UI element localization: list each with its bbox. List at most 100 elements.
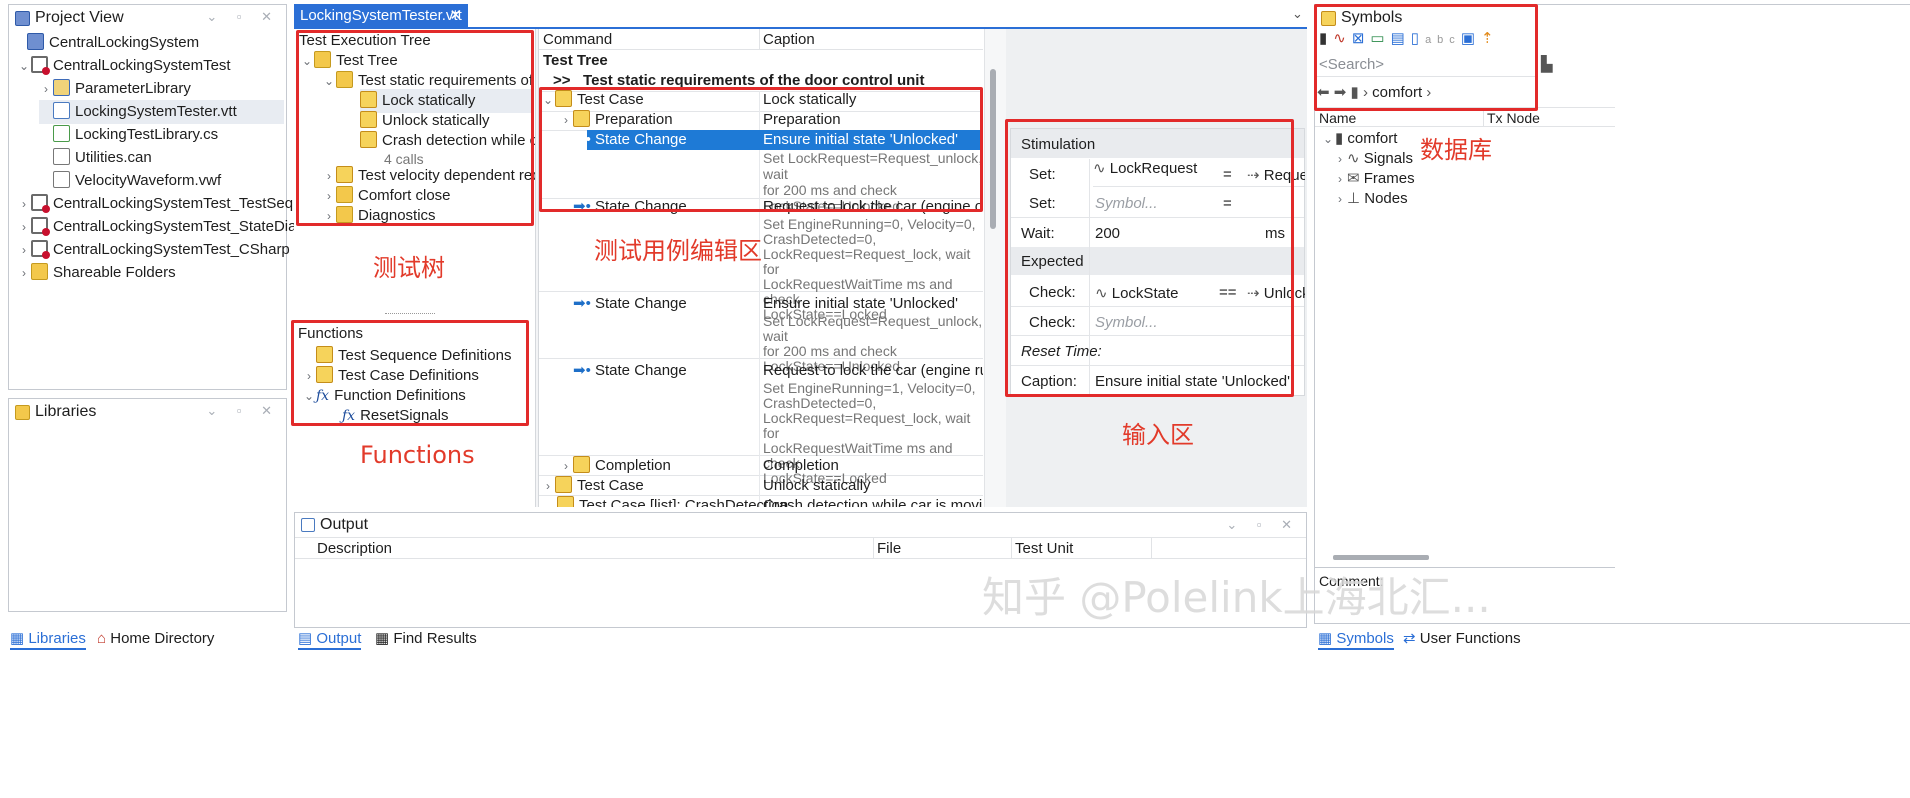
- tab-libraries[interactable]: ▦ Libraries: [10, 628, 86, 650]
- annotation-label-test-tree: 测试树: [373, 254, 445, 282]
- tab-home-directory[interactable]: ⌂ Home Directory: [97, 628, 214, 650]
- splitter-handle[interactable]: [385, 313, 435, 317]
- row-command: State Change: [595, 362, 687, 379]
- user-functions-icon: ⇄: [1403, 630, 1420, 647]
- chevron-right-icon[interactable]: ›: [17, 215, 31, 239]
- chevron-right-icon[interactable]: ›: [17, 192, 31, 216]
- chevron-down-icon[interactable]: ⌄: [17, 54, 31, 78]
- output-column-test-unit[interactable]: Test Unit: [1015, 540, 1073, 557]
- output-title: Output: [320, 516, 369, 533]
- table-row-state-change-4[interactable]: ➡• State Change: [573, 359, 687, 383]
- vtt-file-icon: [53, 102, 70, 119]
- tree-item-label: CentralLockingSystemTest_StateDiagram: [53, 218, 331, 235]
- chevron-down-icon[interactable]: ⌄: [1292, 6, 1303, 22]
- chevron-right-icon[interactable]: ›: [17, 261, 31, 285]
- symbol-tree-nodes[interactable]: › ⊥ Nodes: [1333, 187, 1408, 211]
- pane-controls[interactable]: ⌄ ▫ ✕: [1226, 517, 1300, 533]
- annotation-label-editor: 测试用例编辑区: [594, 237, 762, 265]
- tab-libraries-label: Libraries: [28, 630, 86, 647]
- tree-item-locking-test-library[interactable]: LockingTestLibrary.cs: [39, 123, 218, 147]
- state-change-icon: ➡•: [573, 295, 595, 312]
- tab-home-label: Home Directory: [110, 630, 215, 647]
- annotation-box-functions: [291, 320, 529, 426]
- table-scrollbar[interactable]: [984, 29, 1006, 507]
- annotation-box-input: [1005, 119, 1294, 397]
- project-view-header: Project View ⌄ ▫ ✕: [9, 5, 286, 31]
- node-icon: ⊥: [1347, 190, 1365, 207]
- output-column-description[interactable]: Description: [317, 540, 392, 557]
- frame-icon: ✉: [1347, 170, 1364, 187]
- tree-item-parameter-library[interactable]: › ParameterLibrary: [39, 77, 191, 101]
- tree-item-shareable-folders[interactable]: › Shareable Folders: [17, 261, 176, 285]
- tree-item-label: CentralLockingSystem: [49, 34, 200, 51]
- cs-file-icon: [53, 125, 70, 142]
- tree-item-locking-system-tester[interactable]: LockingSystemTester.vtt: [39, 100, 284, 124]
- search-options-icon[interactable]: ▙: [1541, 55, 1553, 73]
- row-command: Completion: [595, 457, 671, 474]
- home-icon: ⌂: [97, 630, 111, 647]
- libraries-pane: Libraries ⌄ ▫ ✕: [8, 398, 287, 612]
- symbols-hscrollbar[interactable]: [1333, 555, 1429, 560]
- tab-output[interactable]: ▤ Output: [298, 628, 362, 650]
- tree-item-label: LockingTestLibrary.cs: [75, 126, 219, 143]
- column-caption[interactable]: Caption: [763, 31, 815, 48]
- pane-controls[interactable]: ⌄ ▫ ✕: [206, 403, 280, 419]
- state-change-icon: ➡•: [573, 362, 595, 379]
- annotation-box-test-tree: [296, 30, 534, 226]
- tab-find-results-label: Find Results: [393, 630, 477, 647]
- symbol-tree-label: Nodes: [1364, 190, 1408, 207]
- symbol-tree-label: Frames: [1363, 170, 1415, 187]
- annotation-label-functions: Functions: [360, 441, 475, 469]
- watermark: 知乎 @Polelink上海北汇...: [982, 573, 1491, 622]
- libraries-title: Libraries: [35, 403, 97, 420]
- tree-item-test-sequence[interactable]: › CentralLockingSystemTest_TestSequen...: [17, 192, 331, 216]
- row-command: Test Case: [577, 477, 644, 494]
- annotation-label-input: 输入区: [1122, 421, 1194, 449]
- library-icon: [53, 79, 70, 96]
- tree-item-label: CentralLockingSystemTest_TestSequen...: [53, 195, 331, 212]
- tab-find-results[interactable]: ▦ Find Results: [375, 628, 477, 650]
- pane-controls[interactable]: ⌄ ▫ ✕: [206, 9, 280, 25]
- can-file-icon: [53, 148, 70, 165]
- table-row-state-change-3[interactable]: ➡• State Change: [573, 292, 687, 316]
- close-icon[interactable]: ✕: [449, 4, 462, 28]
- test-unit-icon: [31, 194, 50, 213]
- tree-item-state-diagram[interactable]: › CentralLockingSystemTest_StateDiagram: [17, 215, 331, 239]
- find-results-icon: ▦: [375, 630, 394, 647]
- tree-item-csharp[interactable]: › CentralLockingSystemTest_CSharp: [17, 238, 290, 262]
- project-view-pane: Project View ⌄ ▫ ✕ CentralLockingSystem …: [8, 4, 331, 390]
- project-view-icon: [15, 10, 30, 26]
- table-header: Command Caption: [539, 29, 983, 50]
- symbols-column-name[interactable]: Name: [1319, 110, 1356, 126]
- chevron-right-icon[interactable]: ›: [541, 474, 555, 498]
- chevron-right-icon[interactable]: ›: [1333, 187, 1347, 211]
- tab-symbols-label: Symbols: [1336, 630, 1394, 647]
- tree-item-central-locking-test[interactable]: ⌄ CentralLockingSystemTest: [17, 54, 231, 78]
- editor-tab[interactable]: LockingSystemTester.vtt ✕: [294, 4, 468, 28]
- tree-item-label: VelocityWaveform.vwf: [75, 172, 222, 189]
- test-unit-icon: [31, 217, 50, 236]
- tab-symbols[interactable]: ▦ Symbols: [1318, 628, 1394, 650]
- project-icon: [27, 33, 44, 50]
- table-root-row[interactable]: Test Tree: [543, 52, 608, 69]
- output-column-file[interactable]: File: [877, 540, 901, 557]
- tree-item-velocity-waveform[interactable]: VelocityWaveform.vwf: [39, 169, 221, 193]
- chevron-right-icon[interactable]: ›: [17, 238, 31, 262]
- editor-tab-label: LockingSystemTester.vtt: [300, 7, 462, 24]
- test-unit-icon: [31, 240, 50, 259]
- completion-icon: [573, 456, 590, 473]
- scrollbar-thumb[interactable]: [990, 69, 996, 229]
- symbol-tree-label: Signals: [1363, 150, 1413, 167]
- row-caption: Crash detection while car is moving...: [763, 497, 983, 507]
- tree-item-label: ParameterLibrary: [75, 80, 191, 97]
- annotation-box-editor: [539, 87, 983, 212]
- shared-folder-icon: [31, 263, 48, 280]
- column-command[interactable]: Command: [543, 31, 612, 48]
- symbols-column-tx-node[interactable]: Tx Node: [1487, 110, 1540, 126]
- tree-item-central-locking-system[interactable]: CentralLockingSystem: [13, 31, 199, 55]
- tree-item-utilities[interactable]: Utilities.can: [39, 146, 152, 170]
- output-header: Output ⌄ ▫ ✕: [295, 513, 1306, 537]
- chevron-right-icon[interactable]: ›: [39, 77, 53, 101]
- tab-user-functions[interactable]: ⇄ User Functions: [1403, 628, 1521, 650]
- annotation-label-database: 数据库: [1420, 136, 1492, 164]
